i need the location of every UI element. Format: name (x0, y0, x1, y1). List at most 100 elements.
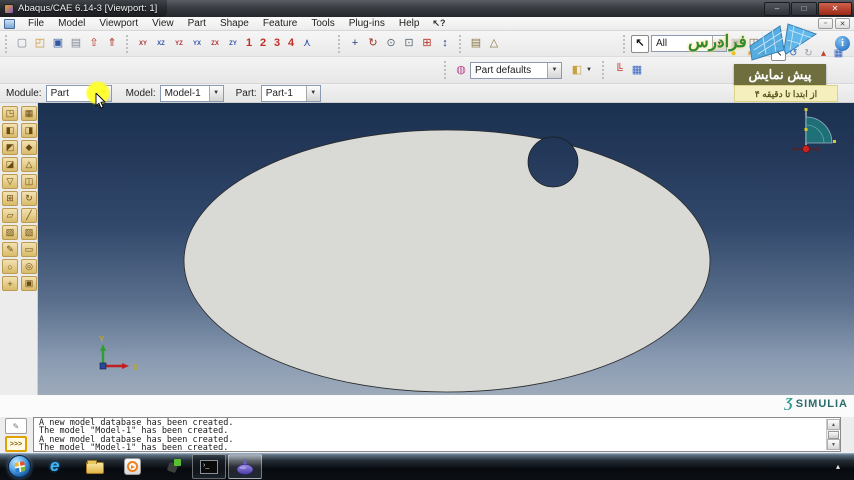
child-close-button[interactable]: ✕ (835, 18, 850, 29)
datum-axis-icon[interactable]: ╱ (21, 208, 37, 223)
chevron-down-icon[interactable]: ▼ (305, 85, 320, 101)
menu-item[interactable]: Viewport (92, 17, 145, 31)
create-shell-icon[interactable]: ◩ (2, 140, 18, 155)
module-dropdown[interactable]: Part ▼ (45, 84, 112, 102)
import-file-icon[interactable]: ⇧ (85, 35, 103, 53)
pattern-icon[interactable]: ⊞ (2, 191, 18, 206)
scroll-down-icon[interactable]: ▼ (827, 439, 840, 450)
create-round-icon[interactable]: △ (21, 157, 37, 172)
view-bottom-icon[interactable]: YX (188, 35, 206, 53)
magnify-view-icon[interactable]: ⊙ (382, 35, 400, 53)
viewport-menu-icon[interactable] (4, 18, 15, 29)
part-dropdown[interactable]: Part-1 ▼ (260, 84, 321, 102)
chevron-down-icon[interactable]: ▼ (208, 85, 223, 101)
export-file-icon[interactable]: ⇑ (103, 35, 121, 53)
color-code-yellow-icon[interactable]: ● (726, 46, 741, 61)
toolbar-grip[interactable] (126, 34, 131, 53)
regenerate-icon[interactable]: ↻ (21, 191, 37, 206)
new-model-icon[interactable]: ▢ (13, 35, 31, 53)
toolbar-grip[interactable] (5, 34, 10, 53)
menu-item[interactable]: Tools (304, 17, 341, 31)
view-top-icon[interactable]: YZ (170, 35, 188, 53)
command-prompt-taskbar-button[interactable] (192, 454, 226, 479)
scroll-up-icon[interactable]: ▲ (827, 419, 840, 430)
app-icon[interactable] (166, 458, 182, 474)
model-dropdown[interactable]: Model-1 ▼ (159, 84, 224, 102)
viewport-grid-icon[interactable]: ▦ (628, 61, 646, 79)
view-left-icon[interactable]: ZX (206, 35, 224, 53)
create-part-icon[interactable]: ◳ (2, 106, 18, 121)
redo-icon[interactable]: ↻ (801, 46, 816, 61)
chevron-down-icon[interactable]: ▼ (712, 36, 726, 51)
menu-item[interactable]: Part (181, 17, 213, 31)
message-log[interactable]: A new model database has been created. Th… (33, 417, 841, 452)
save-database-icon[interactable]: ▣ (49, 35, 67, 53)
maximize-button[interactable]: □ (791, 1, 817, 16)
scrollbar-thumb[interactable] (828, 431, 839, 439)
message-log-icon[interactable]: ✎ (5, 418, 27, 434)
table-icon[interactable]: ▦ (831, 46, 846, 61)
menu-item[interactable]: Feature (256, 17, 304, 31)
context-help-icon[interactable]: ↖? (432, 18, 445, 29)
mirror-part-icon[interactable]: ◫ (21, 174, 37, 189)
toolbar-grip[interactable] (459, 34, 464, 53)
create-chamfer-icon[interactable]: ▽ (2, 174, 18, 189)
rotate-view-icon[interactable]: ↻ (364, 35, 382, 53)
pan-view-icon[interactable]: + (346, 35, 364, 53)
windows-explorer-icon[interactable] (86, 460, 104, 474)
undo-icon[interactable]: ↺ (786, 46, 801, 61)
child-restore-button[interactable]: ▫ (818, 18, 833, 29)
minimize-button[interactable]: – (764, 1, 790, 16)
command-line-icon[interactable]: >>> (5, 436, 27, 452)
create-wire-icon[interactable]: ◆ (21, 140, 37, 155)
chevron-down-icon[interactable]: ▼ (96, 85, 111, 101)
edit-sketch-icon[interactable]: ▭ (21, 242, 37, 257)
create-solid-revolve-icon[interactable]: ◨ (21, 123, 37, 138)
print-icon[interactable]: ▤ (67, 35, 85, 53)
chevron-down-icon[interactable]: ▼ (586, 67, 592, 73)
part-ellipse[interactable] (183, 129, 711, 393)
auto-fit-icon[interactable]: ⊞ (418, 35, 436, 53)
virtual-topology-icon[interactable]: + (2, 276, 18, 291)
menu-item[interactable]: File (21, 17, 51, 31)
menu-item[interactable]: Plug-ins (342, 17, 392, 31)
midsurface-icon[interactable]: ○ (2, 259, 18, 274)
create-sketch-icon[interactable]: ✎ (2, 242, 18, 257)
media-player-icon[interactable] (124, 458, 141, 475)
render-style-cube-icon[interactable]: ◧ (568, 61, 586, 79)
close-button[interactable]: ✕ (818, 1, 852, 16)
viewport-4-button[interactable]: 4 (284, 35, 298, 53)
toolbar-grip[interactable] (601, 61, 607, 79)
view-back-icon[interactable]: XZ (152, 35, 170, 53)
query-icon[interactable]: ▣ (21, 276, 37, 291)
repair-geometry-icon[interactable]: ◎ (21, 259, 37, 274)
menu-item[interactable]: Help (392, 17, 427, 31)
chevron-down-icon[interactable]: ▼ (547, 62, 561, 78)
render-shaded-icon[interactable]: △ (485, 35, 503, 53)
toolbar-grip[interactable] (338, 34, 343, 53)
annotation-icon[interactable]: ▴ (816, 46, 831, 61)
triad-toggle-icon[interactable]: ╚ (610, 61, 628, 79)
pointer-tool-icon[interactable]: ↖ (771, 46, 786, 61)
datum-plane-icon[interactable]: ▱ (2, 208, 18, 223)
color-code-orange-icon[interactable]: ● (756, 46, 771, 61)
open-database-icon[interactable]: ◰ (31, 35, 49, 53)
toolbar-grip[interactable] (623, 34, 628, 53)
part-manager-icon[interactable]: ▦ (21, 106, 37, 121)
partition-face-icon[interactable]: ▧ (21, 225, 37, 240)
color-code-half-icon[interactable]: ◑ (741, 46, 756, 61)
box-zoom-icon[interactable]: ⊡ (400, 35, 418, 53)
menu-item[interactable]: Model (51, 17, 92, 31)
selection-filter-dropdown[interactable]: All ▼ (651, 35, 727, 52)
toolbar-grip[interactable] (444, 61, 449, 79)
internet-explorer-icon[interactable]: e (50, 456, 59, 476)
view-front-icon[interactable]: XY (134, 35, 152, 53)
viewport-2-button[interactable]: 2 (256, 35, 270, 53)
cycle-views-icon[interactable]: ↕ (436, 35, 454, 53)
render-wireframe-icon[interactable]: ▤ (467, 35, 485, 53)
start-button[interactable] (8, 455, 31, 478)
select-cursor-button[interactable]: ↖ (631, 34, 649, 53)
partition-cell-icon[interactable]: ▨ (2, 225, 18, 240)
menu-item[interactable]: View (145, 17, 181, 31)
part-hole[interactable] (527, 136, 579, 188)
